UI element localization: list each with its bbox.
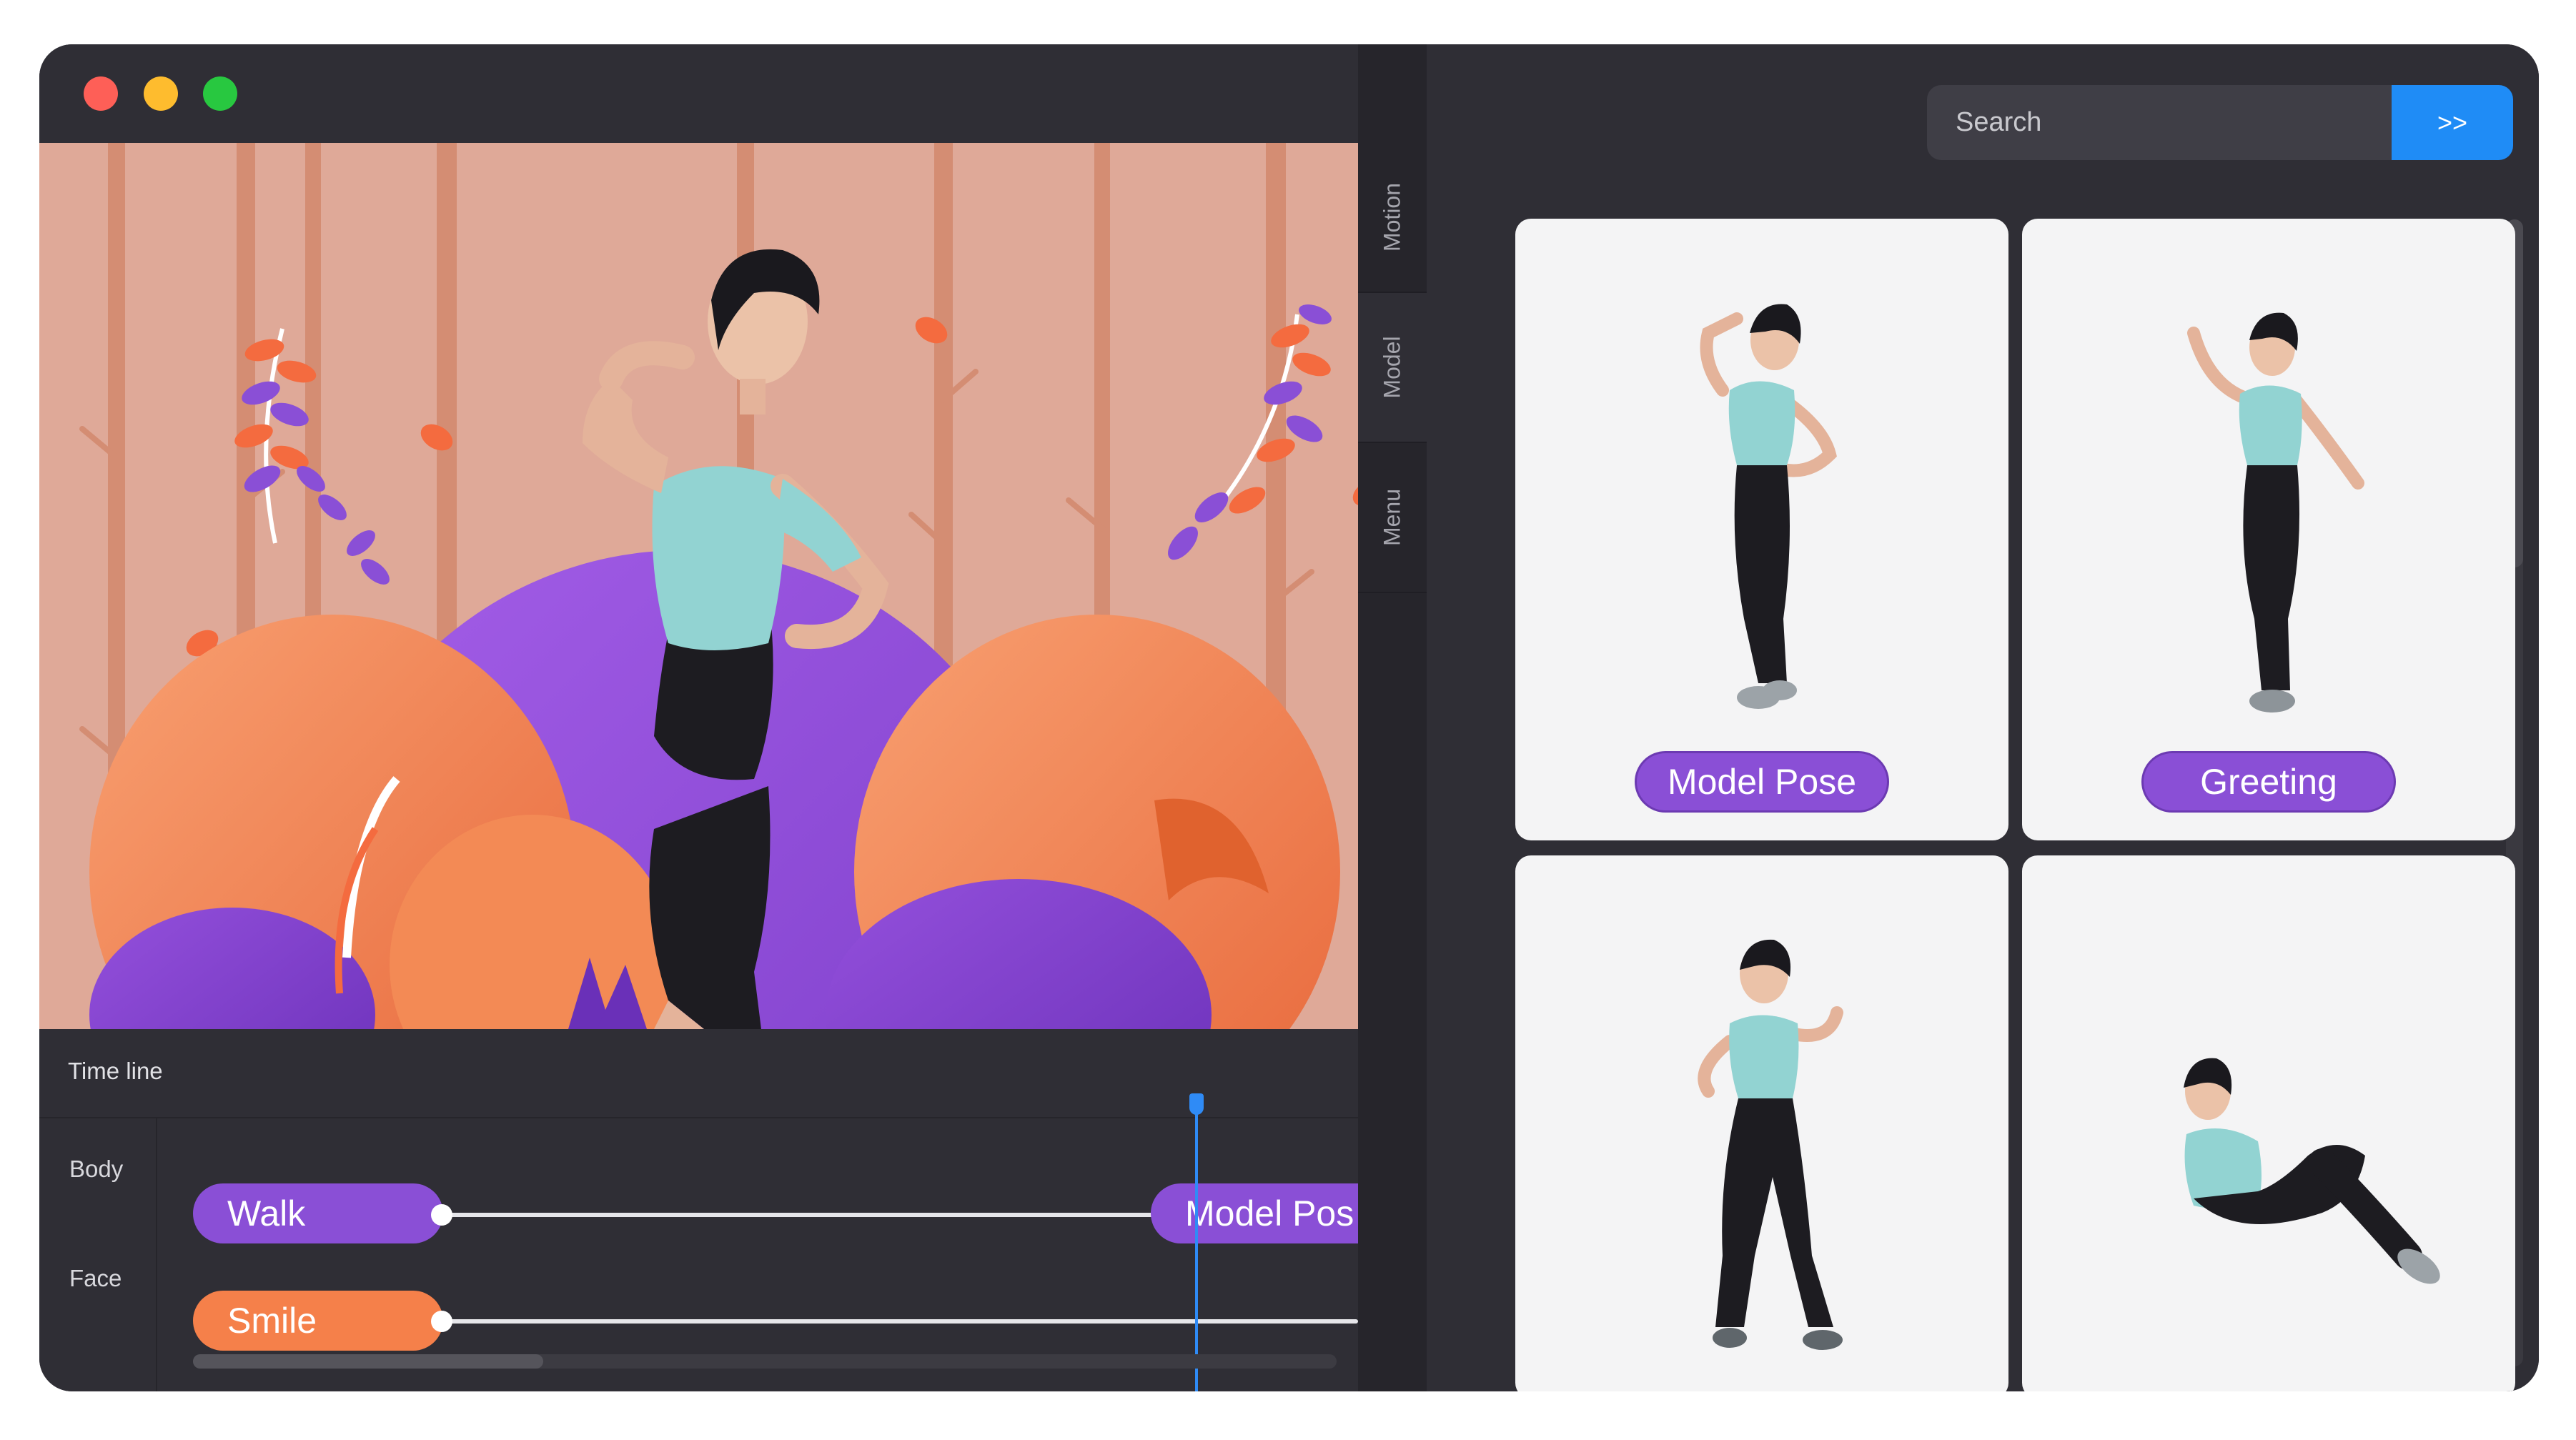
playhead-line[interactable] [1195, 1098, 1198, 1391]
app-window: Time line Body Face Walk Model Pos Smile… [39, 44, 2539, 1391]
search-input[interactable] [1927, 85, 2392, 160]
side-tabs: Motion Model Menu [1358, 44, 1427, 1391]
pose-card-model-pose[interactable]: Model Pose [1515, 219, 2008, 840]
pose-thumbnail [2184, 1058, 2440, 1284]
tab-model-label: Model [1379, 336, 1405, 399]
pose-label-greeting: Greeting [2141, 751, 2396, 813]
clip-walk[interactable]: Walk [193, 1183, 443, 1243]
title-bar [39, 44, 1358, 143]
minimize-window-button[interactable] [144, 76, 178, 111]
clip-smile-handle[interactable] [431, 1311, 452, 1332]
tab-menu-label: Menu [1379, 488, 1405, 547]
tab-menu[interactable]: Menu [1358, 443, 1427, 593]
timeline-scrollbar-thumb[interactable] [193, 1354, 543, 1369]
clip-model-pose[interactable]: Model Pos [1151, 1183, 1358, 1243]
pose-card-greeting[interactable]: Greeting [2022, 219, 2515, 840]
timeline-row-labels: Body Face [39, 1118, 157, 1391]
playhead-handle[interactable] [1189, 1093, 1204, 1115]
face-track-line [440, 1319, 1358, 1324]
pose-card-fight[interactable] [1515, 855, 2008, 1391]
row-label-face: Face [69, 1265, 122, 1291]
tab-motion[interactable]: Motion [1358, 143, 1427, 293]
timeline-panel: Time line Body Face Walk Model Pos Smile [39, 1029, 1358, 1391]
body-track-line [440, 1213, 1190, 1217]
search-go-button[interactable]: >> [2392, 85, 2513, 160]
pose-card-sitting[interactable] [2022, 855, 2515, 1391]
pose-thumbnail [1700, 304, 1837, 709]
pose-thumbnail [1698, 939, 1843, 1350]
clip-smile[interactable]: Smile [193, 1291, 443, 1351]
scene-illustration [39, 143, 1358, 1029]
timeline-header: Time line [39, 1029, 1358, 1118]
tab-model[interactable]: Model [1358, 293, 1427, 443]
tab-motion-label: Motion [1379, 182, 1405, 252]
scene-viewport[interactable] [39, 143, 1358, 1029]
pose-thumbnail [2187, 312, 2364, 712]
timeline-title: Time line [68, 1058, 163, 1084]
close-window-button[interactable] [84, 76, 118, 111]
clip-walk-handle[interactable] [431, 1204, 452, 1226]
row-label-body: Body [69, 1156, 124, 1182]
pose-label-model-pose: Model Pose [1635, 751, 1889, 813]
maximize-window-button[interactable] [203, 76, 237, 111]
library-panel: >> Model Pose [1427, 44, 2539, 1391]
search-box [1927, 85, 2392, 160]
